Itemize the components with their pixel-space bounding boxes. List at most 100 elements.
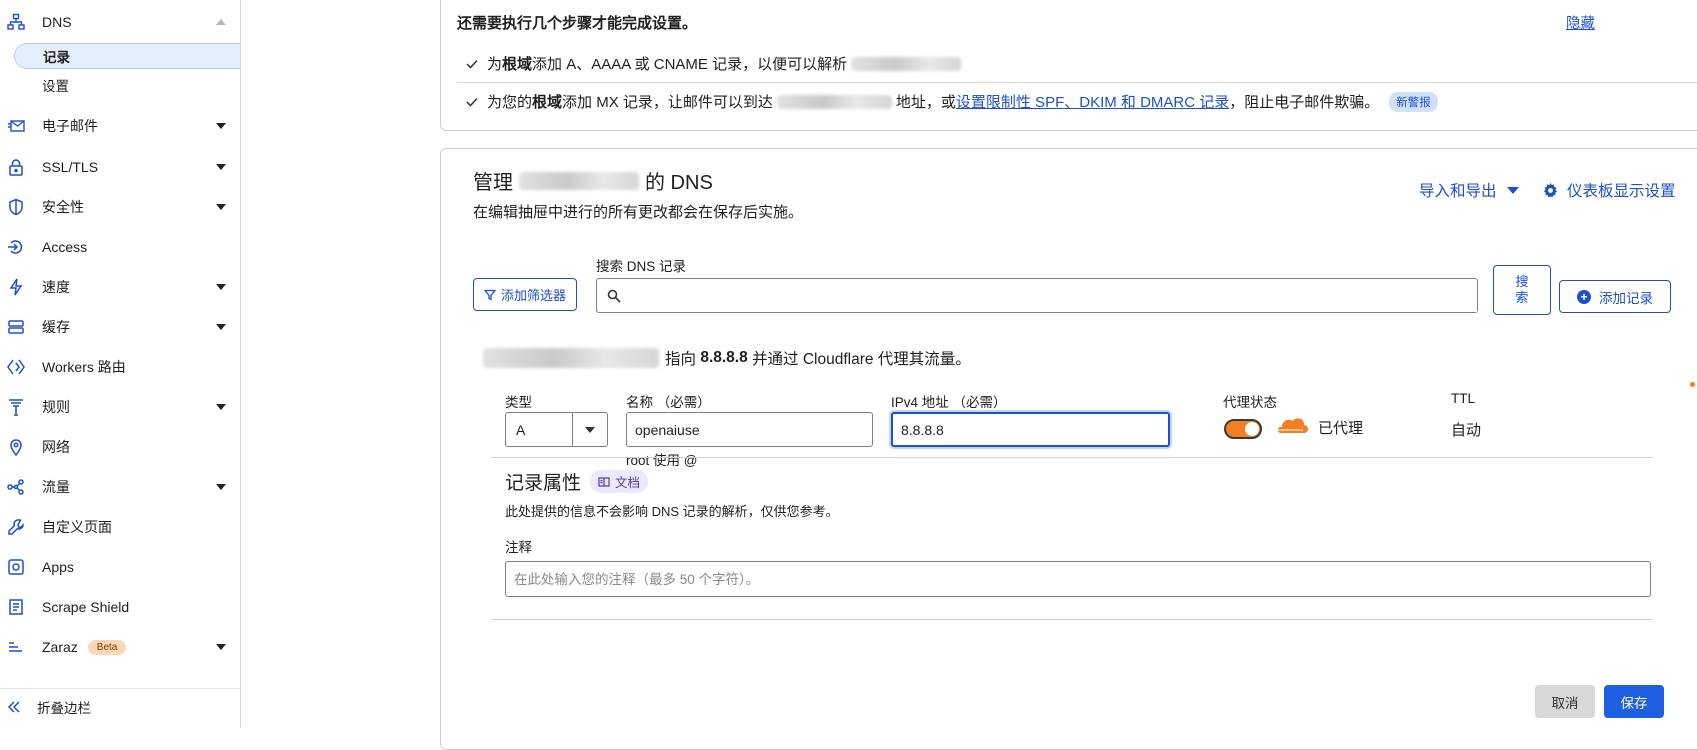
- step-text-mid: 添加 MX 记录，让邮件可以到达: [562, 94, 773, 111]
- record-attributes-label: 记录属性: [505, 473, 582, 494]
- sidebar-subitem-records[interactable]: 记录: [14, 43, 240, 69]
- sidebar-item-dns[interactable]: DNS: [0, 6, 240, 38]
- cancel-button[interactable]: 取消: [1535, 685, 1595, 718]
- comment-input[interactable]: [505, 561, 1651, 597]
- sidebar-item-label: 规则: [42, 399, 70, 415]
- page-title-pre: 管理: [473, 172, 513, 194]
- location-pin-icon: [7, 438, 25, 456]
- sidebar-item-scrape-shield[interactable]: Scrape Shield: [0, 591, 240, 623]
- sidebar-item-label: 安全性: [42, 199, 84, 215]
- record-type-select[interactable]: A: [505, 412, 608, 447]
- zaraz-icon: [7, 638, 25, 656]
- chevron-down-icon: [216, 484, 226, 490]
- ttl-value: 自动: [1451, 422, 1482, 439]
- sidebar-item-access[interactable]: Access: [0, 231, 240, 263]
- docs-link[interactable]: 文档: [590, 470, 649, 493]
- search-button[interactable]: 搜索: [1493, 265, 1551, 315]
- access-icon: [7, 238, 25, 256]
- step-text-pre: 为您的: [487, 94, 533, 111]
- name-input[interactable]: [626, 412, 873, 447]
- docs-label: 文档: [615, 476, 641, 490]
- dashboard-display-settings-button[interactable]: 仪表板显示设置: [1543, 179, 1676, 201]
- traffic-nodes-icon: [7, 478, 25, 496]
- add-filter-label: 添加筛选器: [500, 288, 566, 303]
- proxy-toggle[interactable]: [1224, 419, 1262, 439]
- filter-icon: [483, 289, 496, 301]
- sidebar-item-label: Scrape Shield: [42, 599, 130, 615]
- record-preview: 指向 8.8.8.8 并通过 Cloudflare 代理其流量。: [483, 347, 971, 369]
- preview-post: 并通过 Cloudflare 代理其流量。: [752, 351, 971, 368]
- save-button[interactable]: 保存: [1604, 685, 1664, 718]
- preview-pre: 指向: [665, 351, 697, 368]
- shield-icon: [7, 198, 25, 216]
- setup-steps-card: 还需要执行几个步骤才能完成设置。 隐藏 为根域 添加 A、AAAA 或 CNAME…: [440, 0, 1697, 131]
- sidebar-item-label: Apps: [42, 559, 74, 575]
- step-text-pre: 为: [487, 56, 503, 73]
- sidebar-item-label: 自定义页面: [42, 519, 112, 535]
- page-title-post: 的 DNS: [645, 172, 713, 194]
- sidebar-subitem-settings[interactable]: 设置: [14, 72, 240, 98]
- redacted-domain: [483, 348, 659, 368]
- book-icon: [598, 476, 610, 487]
- step-text-post: 添加 A、AAAA 或 CNAME 记录，以便可以解析: [532, 56, 848, 73]
- page-subtitle: 在编辑抽屉中进行的所有更改都会在保存后实施。: [473, 204, 804, 221]
- divider: [457, 82, 1697, 83]
- network-tree-icon: [7, 13, 25, 31]
- sidebar-item-apps[interactable]: Apps: [0, 551, 240, 583]
- sidebar-item-label: SSL/TLS: [42, 159, 99, 175]
- sidebar-item-rules[interactable]: 规则: [0, 391, 240, 423]
- sidebar-subitem-label: 记录: [43, 50, 70, 65]
- step-text-post: ，阻止电子邮件欺骗。: [1229, 94, 1380, 111]
- dns-management-card: 管理 的 DNS 在编辑抽屉中进行的所有更改都会在保存后实施。 导入和导出 仪表…: [440, 148, 1697, 750]
- sidebar-item-label: 网络: [42, 439, 70, 455]
- sidebar-item-custom-pages[interactable]: 自定义页面: [0, 511, 240, 543]
- sidebar-item-label: Workers 路由: [42, 359, 126, 375]
- sidebar-item-label: 流量: [42, 479, 70, 495]
- caret-down-icon: [585, 427, 595, 433]
- ipv4-input[interactable]: [891, 412, 1170, 447]
- divider: [491, 457, 1653, 458]
- sidebar-subitem-label: 设置: [42, 79, 69, 94]
- search-label: 搜索 DNS 记录: [596, 259, 687, 274]
- dropdown-toggle[interactable]: [572, 413, 607, 446]
- sidebar-item-traffic[interactable]: 流量: [0, 471, 240, 503]
- setup-title: 还需要执行几个步骤才能完成设置。: [457, 15, 698, 32]
- collapse-sidebar-button[interactable]: 折叠边栏: [0, 688, 240, 725]
- add-record-label: 添加记录: [1599, 290, 1653, 306]
- collapse-sidebar-label: 折叠边栏: [37, 701, 91, 716]
- search-icon: [607, 289, 621, 303]
- sidebar-item-speed[interactable]: 速度: [0, 271, 240, 303]
- sidebar: DNS 记录 设置 电子邮件 SSL/TLS 安全性 Access 速度 缓存 …: [0, 0, 241, 728]
- email-security-link[interactable]: 设置限制性 SPF、DKIM 和 DMARC 记录: [956, 91, 1229, 112]
- sidebar-item-workers-routes[interactable]: Workers 路由: [0, 351, 240, 383]
- redacted-domain: [519, 171, 639, 190]
- wrench-icon: [7, 518, 25, 536]
- sidebar-item-ssl-tls[interactable]: SSL/TLS: [0, 151, 240, 183]
- search-field[interactable]: [596, 278, 1478, 313]
- sidebar-item-label: Zaraz Beta: [42, 639, 127, 656]
- setup-step-mx-record: 为您的 根域 添加 MX 记录，让邮件可以到达 地址，或 设置限制性 SPF、DKIM…: [465, 91, 1438, 112]
- record-attributes-subtitle: 此处提供的信息不会影响 DNS 记录的解析，仅供您参考。: [505, 504, 839, 519]
- chevron-down-icon: [216, 164, 226, 170]
- gear-icon: [1543, 182, 1558, 197]
- sidebar-item-zaraz[interactable]: Zaraz Beta: [0, 631, 240, 663]
- import-export-dropdown[interactable]: 导入和导出: [1419, 179, 1519, 201]
- add-filter-button[interactable]: 添加筛选器: [473, 278, 577, 311]
- ipv4-label: IPv4 地址 （必需）: [891, 395, 1007, 410]
- cache-stack-icon: [7, 318, 25, 336]
- plus-circle-icon: +: [1577, 289, 1591, 304]
- add-record-button[interactable]: + 添加记录: [1559, 280, 1671, 313]
- sidebar-item-email[interactable]: 电子邮件: [0, 110, 240, 142]
- sidebar-item-label: 电子邮件: [42, 118, 98, 134]
- search-input[interactable]: [629, 279, 1477, 312]
- sidebar-item-network[interactable]: 网络: [0, 431, 240, 463]
- sidebar-item-label: Access: [42, 239, 88, 255]
- caret-down-icon: [1506, 186, 1519, 194]
- beta-badge: Beta: [87, 640, 127, 656]
- hide-setup-link[interactable]: 隐藏: [1566, 12, 1595, 33]
- step-text-bold: 根域: [532, 94, 563, 111]
- sidebar-item-cache[interactable]: 缓存: [0, 311, 240, 343]
- sidebar-item-security[interactable]: 安全性: [0, 191, 240, 223]
- edge-indicator: [1690, 382, 1695, 387]
- cloud-icon: [1277, 418, 1308, 433]
